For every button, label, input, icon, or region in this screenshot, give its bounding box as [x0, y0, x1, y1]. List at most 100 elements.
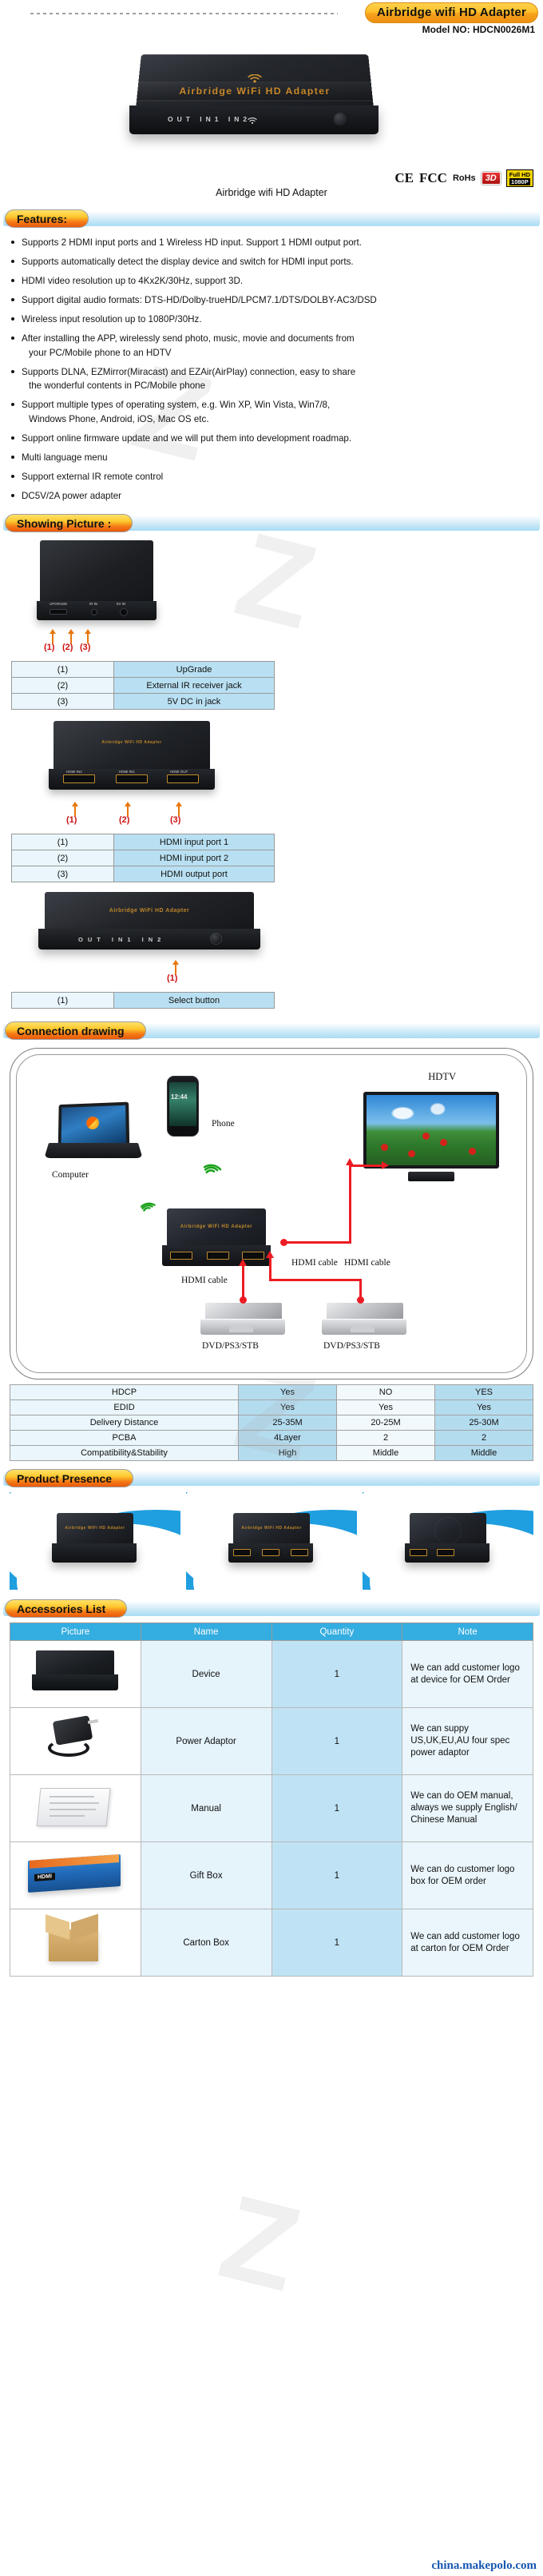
accessory-note: We can do OEM manual, always we supply E…: [402, 1774, 533, 1842]
accessories-table: Picture Name Quantity Note Device 1 We c…: [10, 1622, 533, 1977]
hdmi-port-table: (1) HDMI input port 1 (2) HDMI input por…: [11, 834, 275, 882]
dc-in-port: [120, 608, 128, 616]
comparison-value: Middle: [336, 1445, 435, 1461]
feature-text: Support digital audio formats: DTS-HD/Do…: [22, 295, 377, 305]
laptop-screen: [57, 1101, 130, 1147]
ir-port-label: IR IN: [89, 602, 98, 606]
certification-badges: CE FCC RoHs 3D Full HD 1080P: [394, 169, 533, 187]
bullet-icon: [11, 317, 14, 321]
product-photo-angle-2: Airbridge WiFi HD Adapter: [227, 1513, 316, 1569]
upgrade-port: [50, 609, 67, 615]
thumb-face: [32, 1674, 119, 1690]
feature-item: HDMI video resolution up to 4Kx2K/30Hz, …: [11, 274, 532, 289]
table-row: Power Adaptor 1 We can suppy US,UK,EU,AU…: [10, 1707, 533, 1775]
accessory-name: Gift Box: [140, 1841, 272, 1909]
hdmi-cable-label-right: HDMI cable: [291, 1258, 338, 1268]
device-hdmi-photo: Airbridge WiFi HD Adapter HDMI IN2 HDMI …: [44, 718, 228, 806]
section-header-accessories-list: Accessories List: [3, 1599, 540, 1618]
front-callouts: (1): [0, 960, 543, 985]
feature-text-continuation: Windows Phone, Android, iOS, Mac OS etc.: [29, 413, 209, 424]
bullet-icon: [11, 403, 14, 406]
phone-label: Phone: [212, 1119, 235, 1129]
hdmi-cable-to-tv-h1: [285, 1241, 351, 1244]
comparison-value: High: [238, 1445, 337, 1461]
feature-text: HDMI video resolution up to 4Kx2K/30Hz, …: [22, 276, 244, 286]
power-adaptor-thumbnail-icon: [42, 1715, 109, 1763]
full-hd-badge-line2: 1080P: [509, 178, 530, 185]
column-header-note: Note: [402, 1622, 533, 1641]
poppy-decor: [408, 1150, 415, 1157]
table-row: (1) HDMI input port 1: [11, 834, 275, 850]
manual-text-line: [50, 1796, 95, 1798]
wifi-icon: [248, 74, 262, 86]
bullet-icon: [11, 455, 14, 459]
comparison-label: HDCP: [10, 1384, 239, 1400]
device-top: Airbridge WiFi HD Adapter: [57, 1513, 133, 1545]
bullet-icon: [11, 241, 14, 244]
feature-item: Support multiple types of operating syst…: [11, 398, 532, 426]
source-right-label: DVD/PS3/STB: [323, 1341, 380, 1351]
callout-label-1: (1): [44, 643, 55, 652]
source-left-label: DVD/PS3/STB: [202, 1341, 259, 1351]
table-row: Device 1 We can add customer logo at dev…: [10, 1640, 533, 1708]
port-key: (2): [11, 677, 114, 694]
device-brand-small: Airbridge WiFi HD Adapter: [65, 1526, 125, 1531]
device-front-port-labels: OUT IN1 IN2: [168, 115, 252, 123]
section-title-showing-picture: Showing Picture :: [5, 514, 133, 532]
port-value: HDMI input port 1: [113, 834, 275, 850]
column-header-name: Name: [140, 1622, 272, 1641]
presence-image-1: Airbridge WiFi HD Adapter: [10, 1492, 180, 1590]
comparison-value: 25-35M: [238, 1415, 337, 1431]
feature-item: Wireless input resolution up to 1080P/30…: [11, 313, 532, 327]
select-button[interactable]: [210, 933, 222, 945]
accessory-name: Manual: [140, 1774, 272, 1842]
device-front-wide-top: Airbridge WiFi HD Adapter: [45, 892, 254, 930]
front-view-photo-block: Airbridge WiFi HD Adapter OUT IN1 IN2 (1…: [0, 890, 543, 985]
features-list: Supports 2 HDMI input ports and 1 Wirele…: [11, 236, 532, 503]
hdmi-port-out: [167, 774, 199, 783]
table-row: Delivery Distance 25-35M 20-25M 25-30M: [10, 1415, 533, 1431]
ir-receiver-port: [91, 609, 97, 615]
hero-device-photo: Airbridge WiFi HD Adapter OUT IN1 IN2: [0, 46, 543, 166]
wifi-signal-icon-phone: [198, 1158, 224, 1184]
adaptor-prong: [88, 1718, 99, 1725]
port-value: HDMI output port: [113, 866, 275, 882]
carton-box-thumbnail-icon: [42, 1913, 108, 1965]
table-row: (3) HDMI output port: [11, 866, 275, 882]
poppy-decor: [422, 1133, 430, 1140]
device-front-face: OUT IN1 IN2: [129, 106, 379, 134]
rear-port-table: (1) UpGrade (2) External IR receiver jac…: [11, 661, 275, 710]
full-hd-badge-line1: Full HD: [509, 171, 530, 178]
accessory-picture-carton-box: [10, 1909, 141, 1977]
manual-text-line: [50, 1809, 97, 1810]
fcc-mark-icon: FCC: [419, 170, 447, 185]
device-front-wide-face: OUT IN1 IN2: [38, 929, 260, 950]
feature-item: Support online firmware update and we wi…: [11, 432, 532, 446]
port-key: (3): [11, 693, 114, 710]
feature-item: Support external IR remote control: [11, 470, 532, 484]
dvd-tray: [229, 1325, 253, 1332]
device-brand-small: Airbridge WiFi HD Adapter: [101, 740, 162, 745]
port-value: UpGrade: [113, 661, 275, 678]
accessory-name: Power Adaptor: [140, 1707, 272, 1775]
cable-endpoint-dot: [357, 1296, 364, 1304]
computer-illustration: [44, 1101, 143, 1165]
comparison-value: YES: [434, 1384, 533, 1400]
comparison-value: Yes: [434, 1399, 533, 1415]
bullet-icon: [11, 336, 14, 340]
comparison-label: PCBA: [10, 1430, 239, 1446]
comparison-value: Yes: [336, 1399, 435, 1415]
port-value: Select button: [113, 992, 275, 1009]
device-rear-face: UPGRADE IR IN 5V IN: [37, 601, 157, 620]
hdmi-in2-label: HDMI IN2: [66, 770, 82, 774]
accessory-note: We can do customer logo box for OEM orde…: [402, 1841, 533, 1909]
feature-text: Supports DLNA, EZMirror(Miracast) and EZ…: [22, 366, 356, 377]
section-title-features: Features:: [5, 209, 89, 228]
dvd-top: [327, 1303, 403, 1320]
cable-endpoint-dot: [240, 1296, 247, 1304]
poppy-decor: [381, 1144, 388, 1151]
feature-item: Multi language menu: [11, 451, 532, 465]
bullet-icon: [11, 369, 14, 373]
column-header-picture: Picture: [10, 1622, 141, 1641]
feature-text-continuation: the wonderful contents in PC/Mobile phon…: [29, 380, 206, 391]
